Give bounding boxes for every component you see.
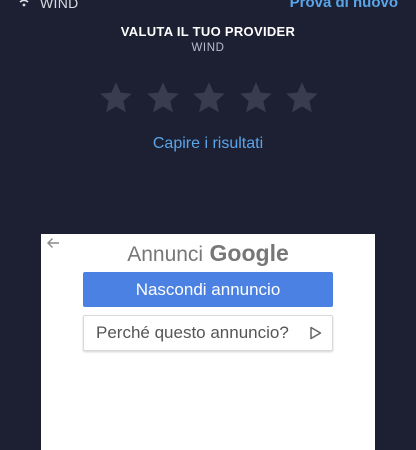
hide-ad-button[interactable]: Nascondi annuncio	[83, 272, 333, 307]
star-rating	[98, 80, 320, 118]
star-5-icon[interactable]	[284, 80, 320, 116]
rating-title: VALUTA IL TUO PROVIDER	[120, 24, 296, 39]
wifi-icon	[16, 0, 32, 8]
ad-panel: Annunci Google Nascondi annuncio Perché …	[41, 234, 375, 450]
carrier-label: WIND	[40, 0, 79, 11]
understand-results-link[interactable]: Capire i risultati	[0, 135, 416, 153]
ad-header-label: Annunci	[127, 243, 204, 266]
ad-header: Annunci Google	[41, 240, 375, 267]
status-bar: WIND Prova di nuovo	[0, 0, 416, 14]
star-2-icon[interactable]	[145, 80, 181, 116]
play-triangle-icon	[309, 326, 322, 340]
why-this-ad-button[interactable]: Perché questo annuncio?	[83, 315, 333, 351]
google-logo: Google	[209, 240, 289, 266]
why-this-ad-label: Perché questo annuncio?	[96, 323, 289, 342]
star-1-icon[interactable]	[98, 80, 134, 116]
star-3-icon[interactable]	[191, 80, 227, 116]
star-4-icon[interactable]	[238, 80, 274, 116]
retry-button[interactable]: Prova di nuovo	[290, 0, 398, 11]
provider-name: WIND	[191, 42, 225, 54]
